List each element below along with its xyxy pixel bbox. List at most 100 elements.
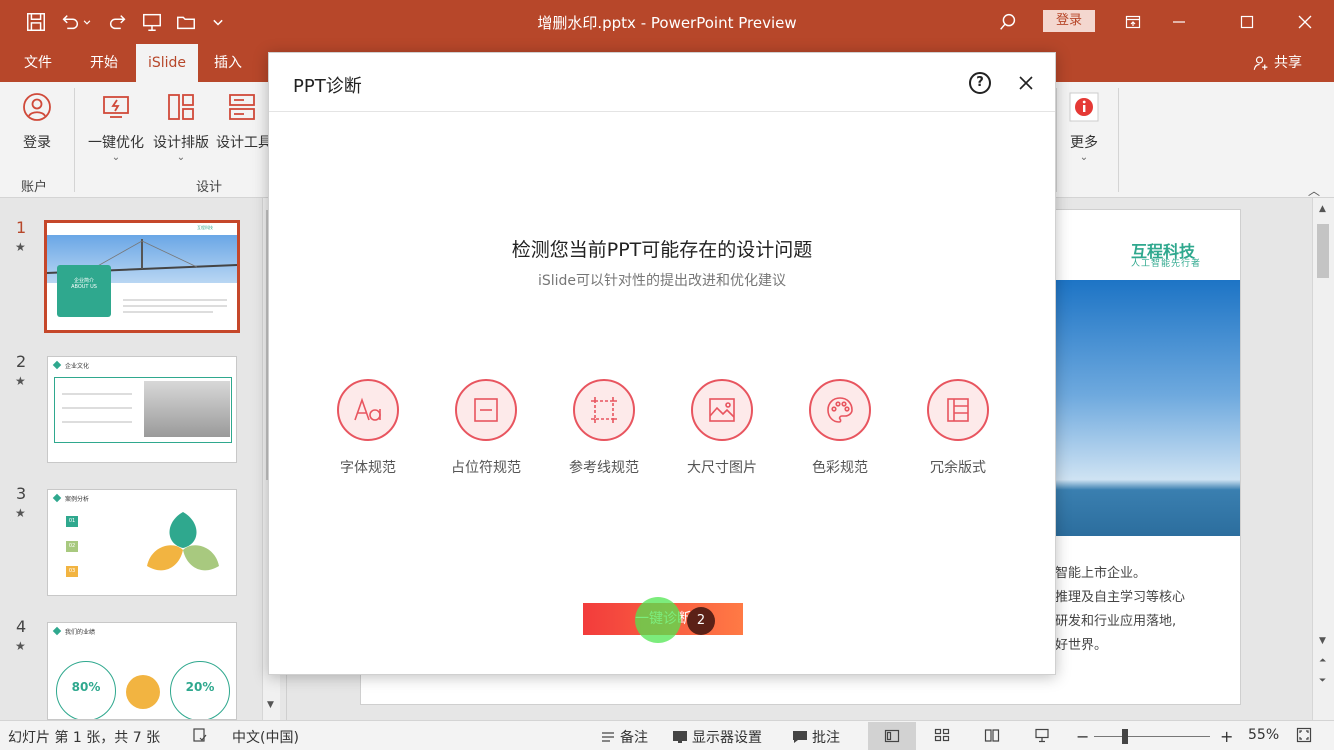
medal-icon bbox=[126, 675, 160, 709]
transition-star-icon: ★ bbox=[15, 240, 26, 254]
tab-insert[interactable]: 插入 bbox=[204, 44, 252, 82]
canvas-text-line: 研发和行业应用落地, bbox=[1055, 614, 1177, 629]
minimize-button[interactable] bbox=[1156, 0, 1202, 44]
text-line bbox=[62, 407, 132, 409]
about-card: 企业简介 ABOUT US bbox=[57, 265, 111, 317]
next-slide-icon[interactable]: ⏷ bbox=[1319, 676, 1326, 686]
step-badge: 2 bbox=[687, 607, 715, 635]
notes-button[interactable]: 备注 bbox=[600, 727, 648, 747]
display-settings-button[interactable]: 显示器设置 bbox=[672, 727, 762, 747]
ribbon-login-label: 登录 bbox=[23, 135, 51, 151]
transition-star-icon: ★ bbox=[15, 374, 26, 388]
spellcheck-icon[interactable] bbox=[192, 727, 208, 743]
collapse-ribbon-icon[interactable]: ︿ bbox=[1308, 182, 1320, 199]
tab-islide[interactable]: iSlide bbox=[136, 44, 198, 82]
close-button[interactable] bbox=[1282, 0, 1328, 44]
feature-label: 字体规范 bbox=[340, 460, 396, 476]
feature-font-rules[interactable]: 字体规范 bbox=[313, 379, 423, 477]
layout-icon bbox=[927, 379, 989, 441]
placeholder-icon bbox=[455, 379, 517, 441]
feature-guides-rules[interactable]: 参考线规范 bbox=[549, 379, 659, 477]
close-icon[interactable] bbox=[1015, 72, 1037, 94]
share-label: 共享 bbox=[1274, 55, 1302, 71]
reading-view-button[interactable] bbox=[984, 727, 1000, 743]
about-heading: 企业简介 bbox=[73, 278, 94, 284]
maximize-button[interactable] bbox=[1224, 0, 1270, 44]
ribbon-separator bbox=[1118, 88, 1119, 192]
one-click-optimize-button[interactable]: 一键优化 ⌄ bbox=[86, 92, 146, 163]
language-indicator[interactable]: 中文(中国) bbox=[232, 727, 299, 747]
diamond-icon bbox=[52, 360, 62, 370]
slide-counter: 幻灯片 第 1 张，共 7 张 bbox=[8, 730, 161, 746]
feature-placeholder-rules[interactable]: 占位符规范 bbox=[431, 379, 541, 477]
percent-circle: 20% bbox=[170, 661, 230, 719]
slide-number: 1 bbox=[16, 218, 27, 237]
slide-number: 4 bbox=[16, 617, 27, 636]
share-button[interactable]: 共享 bbox=[1252, 44, 1302, 82]
transition-star-icon: ★ bbox=[15, 506, 26, 520]
text-line bbox=[62, 421, 132, 423]
user-icon bbox=[1253, 56, 1268, 70]
previous-slide-icon[interactable]: ⏶ bbox=[1319, 656, 1326, 666]
ribbon-separator bbox=[1056, 88, 1057, 192]
thumb-heading: 案例分析 bbox=[65, 496, 90, 503]
slide-thumbnail-3[interactable]: 案例分析 01 02 03 bbox=[47, 489, 237, 596]
monitor-icon bbox=[673, 731, 687, 743]
tab-home[interactable]: 开始 bbox=[78, 44, 130, 82]
notes-icon bbox=[602, 732, 614, 742]
zoom-slider[interactable] bbox=[1094, 736, 1210, 737]
help-icon[interactable]: ? bbox=[969, 72, 991, 94]
book-icon bbox=[984, 729, 1000, 742]
fit-window-icon bbox=[1296, 727, 1312, 743]
chevron-down-icon: ⌄ bbox=[111, 152, 121, 163]
design-layout-button[interactable]: 设计排版 ⌄ bbox=[151, 92, 211, 163]
grid-icon bbox=[934, 728, 950, 742]
slide-number: 3 bbox=[16, 484, 27, 503]
status-bar: 幻灯片 第 1 张，共 7 张 中文(中国) 备注 显示器设置 批注 − + 5… bbox=[0, 720, 1334, 750]
scroll-down-icon[interactable]: ▼ bbox=[1319, 636, 1326, 646]
meeting-photo bbox=[144, 381, 230, 437]
notes-label: 备注 bbox=[620, 730, 648, 746]
dialog-heading: 检测您当前PPT可能存在的设计问题 bbox=[511, 239, 813, 261]
chevron-down-icon: ⌄ bbox=[176, 152, 186, 163]
zoom-out-button[interactable]: − bbox=[1076, 727, 1089, 746]
fit-to-window-button[interactable] bbox=[1296, 727, 1312, 743]
canvas-text-line: 智能上市企业。 bbox=[1055, 566, 1147, 581]
feature-large-images[interactable]: 大尺寸图片 bbox=[667, 379, 777, 477]
slide-thumbnail-4[interactable]: 我们的业绩 80% 20% bbox=[47, 622, 237, 720]
more-button[interactable]: 更多 ⌄ bbox=[1062, 92, 1106, 163]
thumb-heading: 我们的业绩 bbox=[65, 629, 96, 636]
feature-redundant-layouts[interactable]: 冗余版式 bbox=[903, 379, 1013, 477]
feature-label: 色彩规范 bbox=[812, 460, 868, 476]
zoom-level[interactable]: 55% bbox=[1248, 727, 1279, 743]
feature-color-rules[interactable]: 色彩规范 bbox=[785, 379, 895, 477]
comment-icon bbox=[793, 731, 807, 743]
slide-thumbnail-1[interactable]: 企业简介 ABOUT US 互程科技 bbox=[44, 220, 240, 333]
info-icon bbox=[1069, 92, 1099, 122]
transition-star-icon: ★ bbox=[15, 639, 26, 653]
login-button[interactable]: 登录 bbox=[1043, 10, 1095, 32]
slideshow-button[interactable] bbox=[1034, 727, 1050, 743]
slide-sorter-button[interactable] bbox=[934, 727, 950, 743]
chevron-down-icon: ⌄ bbox=[1079, 152, 1089, 163]
design-tools-button[interactable]: 设计工具 bbox=[216, 92, 268, 152]
display-label: 显示器设置 bbox=[692, 730, 762, 746]
dialog-title: PPT诊断 bbox=[293, 76, 362, 97]
slide-thumbnail-2[interactable]: 企业文化 bbox=[47, 356, 237, 463]
slide-thumbnails-panel: 1 ★ 企业简介 ABOUT US 互程科技 2 ★ 企业文化 3 ★ 案例分析… bbox=[0, 198, 262, 720]
zoom-slider-thumb[interactable] bbox=[1122, 729, 1128, 744]
normal-view-button[interactable] bbox=[868, 722, 916, 750]
step-number: 03 bbox=[66, 566, 78, 577]
scroll-down-icon[interactable]: ▼ bbox=[267, 700, 274, 710]
ribbon-display-icon[interactable] bbox=[1110, 0, 1156, 44]
ribbon-login-button[interactable]: 登录 bbox=[16, 92, 58, 152]
canvas-scrollbar[interactable]: ▲ ▼ ⏶ ⏷ bbox=[1312, 198, 1334, 720]
canvas-text-line: 好世界。 bbox=[1055, 638, 1108, 653]
search-icon[interactable] bbox=[994, 8, 1022, 36]
scroll-up-icon[interactable]: ▲ bbox=[1319, 204, 1326, 214]
zoom-in-button[interactable]: + bbox=[1220, 727, 1233, 746]
dialog-subheading: iSlide可以针对性的提出改进和优化建议 bbox=[537, 273, 787, 289]
tab-file[interactable]: 文件 bbox=[12, 44, 64, 82]
scroll-thumb[interactable] bbox=[1317, 224, 1329, 278]
comments-button[interactable]: 批注 bbox=[792, 727, 840, 747]
